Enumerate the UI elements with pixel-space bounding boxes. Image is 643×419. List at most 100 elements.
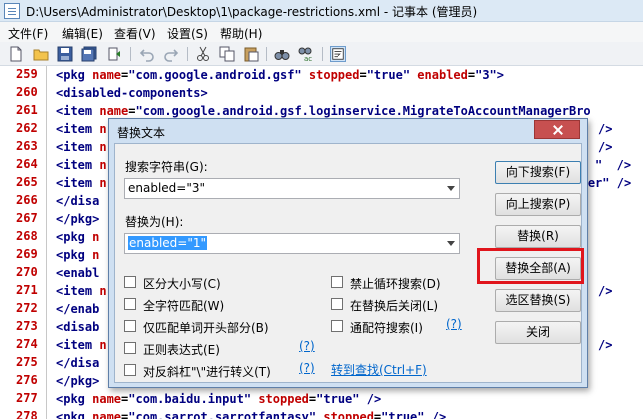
line-number: 276 <box>16 373 38 387</box>
open-file-icon[interactable] <box>33 46 49 62</box>
checkbox-box[interactable] <box>124 342 136 354</box>
goto-find-link[interactable]: 转到查找(Ctrl+F) <box>331 361 427 378</box>
line-number: 272 <box>16 301 38 315</box>
replace-button[interactable]: 替换(R) <box>495 225 581 248</box>
code-token: n <box>99 122 107 136</box>
code-token: <item <box>56 176 100 190</box>
code-line[interactable]: <pkg name="com.baidu.input" stopped="tru… <box>56 390 381 408</box>
code-line[interactable]: </disa <box>56 354 99 372</box>
close-icon[interactable] <box>534 120 580 139</box>
fold-marker <box>46 264 47 282</box>
menu-help[interactable]: 帮助(H) <box>220 25 262 42</box>
line-number: 263 <box>16 139 38 153</box>
checkbox-box[interactable] <box>124 320 136 332</box>
line-number: 271 <box>16 283 38 297</box>
replace-icon[interactable]: ac <box>298 46 314 62</box>
fold-marker <box>46 336 47 354</box>
code-token: n <box>99 176 107 190</box>
chevron-down-icon[interactable] <box>447 186 455 191</box>
search-input[interactable]: enabled="3" <box>124 178 460 199</box>
redo-icon[interactable] <box>163 46 179 62</box>
code-token: n <box>99 140 107 154</box>
code-line[interactable]: </pkg> <box>56 210 99 228</box>
paste-icon[interactable] <box>243 46 259 62</box>
fold-marker <box>46 372 47 390</box>
code-token: <item <box>56 284 100 298</box>
code-token: stopped <box>258 392 309 406</box>
checkbox-box[interactable] <box>331 320 343 332</box>
menu-view[interactable]: 查看(V) <box>114 25 156 42</box>
code-line[interactable]: </pkg> <box>56 372 99 390</box>
save-icon[interactable] <box>57 46 73 62</box>
close-button[interactable]: 关闭 <box>495 321 581 344</box>
code-line[interactable]: <item n <box>56 138 107 156</box>
escape-help-link[interactable]: (?) <box>299 361 315 375</box>
checkbox-box[interactable] <box>124 364 136 376</box>
gutter-row: 275 <box>0 354 54 372</box>
code-line[interactable]: </disa <box>56 192 99 210</box>
replace-input[interactable]: enabled="1" <box>124 233 460 254</box>
checkbox-box[interactable] <box>124 276 136 288</box>
code-line[interactable]: <item n <box>56 174 107 192</box>
line-number: 267 <box>16 211 38 225</box>
code-line[interactable]: <item n <box>56 120 107 138</box>
undo-icon[interactable] <box>139 46 155 62</box>
code-line[interactable]: <pkg n <box>56 246 99 264</box>
fold-marker <box>46 390 47 408</box>
gutter-row: 265 <box>0 174 54 192</box>
code-line[interactable]: <pkg name="com.sarrot.sarrotfantasy" sto… <box>56 408 446 419</box>
reload-icon[interactable] <box>106 46 122 62</box>
code-token: <item <box>56 104 100 118</box>
code-line[interactable]: <enabl <box>56 264 99 282</box>
code-line[interactable]: <item n <box>56 156 107 174</box>
code-line[interactable]: <disab <box>56 318 99 336</box>
code-line[interactable]: <disabled-components> <box>56 84 208 102</box>
find-previous-button[interactable]: 向上搜索(P) <box>495 193 581 216</box>
line-number: 261 <box>16 103 38 117</box>
replace-value: enabled="1" <box>128 236 208 250</box>
find-icon[interactable] <box>274 46 290 62</box>
line-number: 268 <box>16 229 38 243</box>
gutter-row: 262 <box>0 120 54 138</box>
code-token: "3" <box>475 68 497 82</box>
fold-marker <box>46 174 47 192</box>
dialog-title-bar[interactable]: 替换文本 <box>109 119 587 143</box>
menu-edit[interactable]: 编辑(E) <box>62 25 103 42</box>
save-all-icon[interactable] <box>81 46 97 62</box>
line-number: 265 <box>16 175 38 189</box>
code-token: "com.baidu.input" <box>128 392 252 406</box>
code-token: <item <box>56 338 100 352</box>
menu-file[interactable]: 文件(F) <box>8 25 48 42</box>
checkbox-box[interactable] <box>124 298 136 310</box>
chevron-down-icon[interactable] <box>447 241 455 246</box>
cut-icon[interactable] <box>195 46 211 62</box>
wildcard-help-link[interactable]: (?) <box>446 317 462 331</box>
code-token: enabled <box>417 68 468 82</box>
replace-in-selection-button[interactable]: 选区替换(S) <box>495 289 581 312</box>
code-token: n <box>99 158 107 172</box>
code-line[interactable]: <item n <box>56 336 107 354</box>
code-token: name <box>99 104 129 118</box>
copy-icon[interactable] <box>219 46 235 62</box>
fold-marker <box>46 300 47 318</box>
find-next-button[interactable]: 向下搜索(F) <box>495 161 581 184</box>
gutter-row: 260 <box>0 84 54 102</box>
word-wrap-icon[interactable] <box>330 46 346 62</box>
checkbox-box[interactable] <box>331 298 343 310</box>
line-number: 275 <box>16 355 38 369</box>
code-token: n <box>99 338 107 352</box>
regex-help-link[interactable]: (?) <box>299 339 315 353</box>
checkbox-label: 对反斜杠"\"进行转义(T) <box>143 365 271 379</box>
code-token: <pkg <box>56 248 93 262</box>
code-line[interactable]: </enab <box>56 300 99 318</box>
menu-settings[interactable]: 设置(S) <box>167 25 208 42</box>
checkbox-box[interactable] <box>331 276 343 288</box>
code-line[interactable]: <pkg name = "com.google.android.gsf" stopp… <box>56 66 504 84</box>
new-file-icon[interactable] <box>8 46 24 62</box>
checkbox-label: 仅匹配单词开头部分(B) <box>143 321 269 335</box>
code-line[interactable]: <item n <box>56 282 107 300</box>
code-line[interactable]: <pkg n <box>56 228 99 246</box>
gutter-row: 277 <box>0 390 54 408</box>
code-token: /> <box>359 392 382 406</box>
